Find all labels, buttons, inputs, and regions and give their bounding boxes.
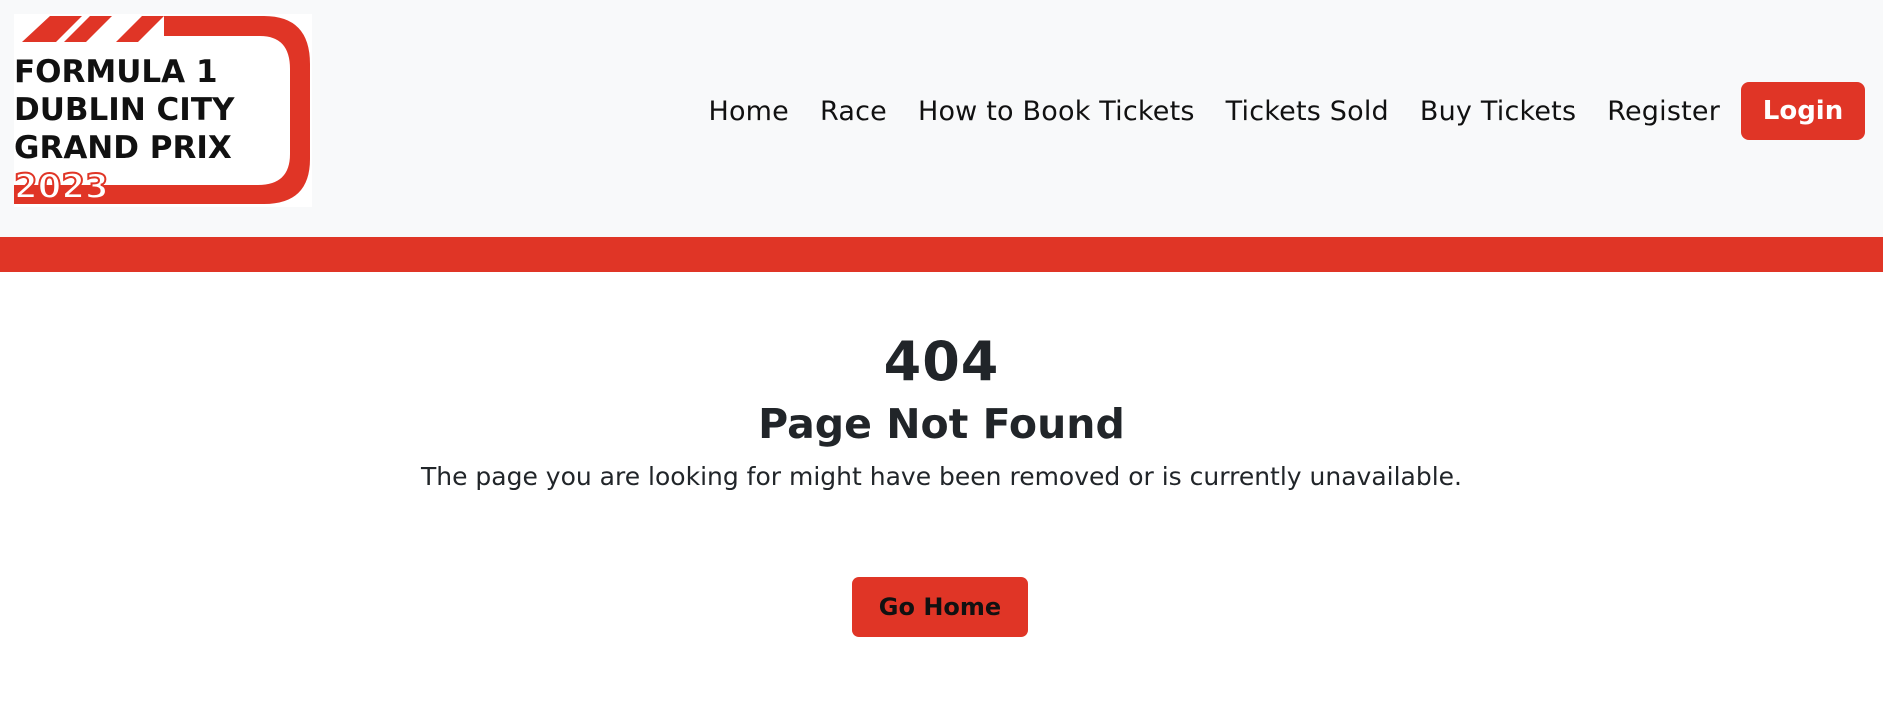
nav-buy-tickets[interactable]: Buy Tickets <box>1420 96 1576 127</box>
main-nav: Home Race How to Book Tickets Tickets So… <box>677 81 1865 141</box>
nav-register[interactable]: Register <box>1607 96 1720 127</box>
error-title: Page Not Found <box>758 400 1125 448</box>
logo-line-3: GRAND PRIX <box>14 130 232 166</box>
nav-how-to-book-tickets[interactable]: How to Book Tickets <box>918 96 1195 127</box>
error-code: 404 <box>883 330 1000 393</box>
header-divider-bar <box>0 237 1883 272</box>
nav-tickets-sold[interactable]: Tickets Sold <box>1226 96 1389 127</box>
logo-year: 2023 <box>14 167 109 207</box>
login-button[interactable]: Login <box>1741 82 1865 140</box>
formula1-dublin-grand-prix-logo[interactable]: FORMULA 1 DUBLIN CITY GRAND PRIX 2023 <box>14 14 312 207</box>
nav-race[interactable]: Race <box>820 96 887 127</box>
site-header: FORMULA 1 DUBLIN CITY GRAND PRIX 2023 Ho… <box>0 0 1883 237</box>
logo-line-1: FORMULA 1 <box>14 54 218 90</box>
error-message: The page you are looking for might have … <box>420 462 1463 491</box>
logo-line-2: DUBLIN CITY <box>14 92 235 128</box>
go-home-button[interactable]: Go Home <box>852 577 1028 637</box>
nav-home[interactable]: Home <box>708 96 789 127</box>
